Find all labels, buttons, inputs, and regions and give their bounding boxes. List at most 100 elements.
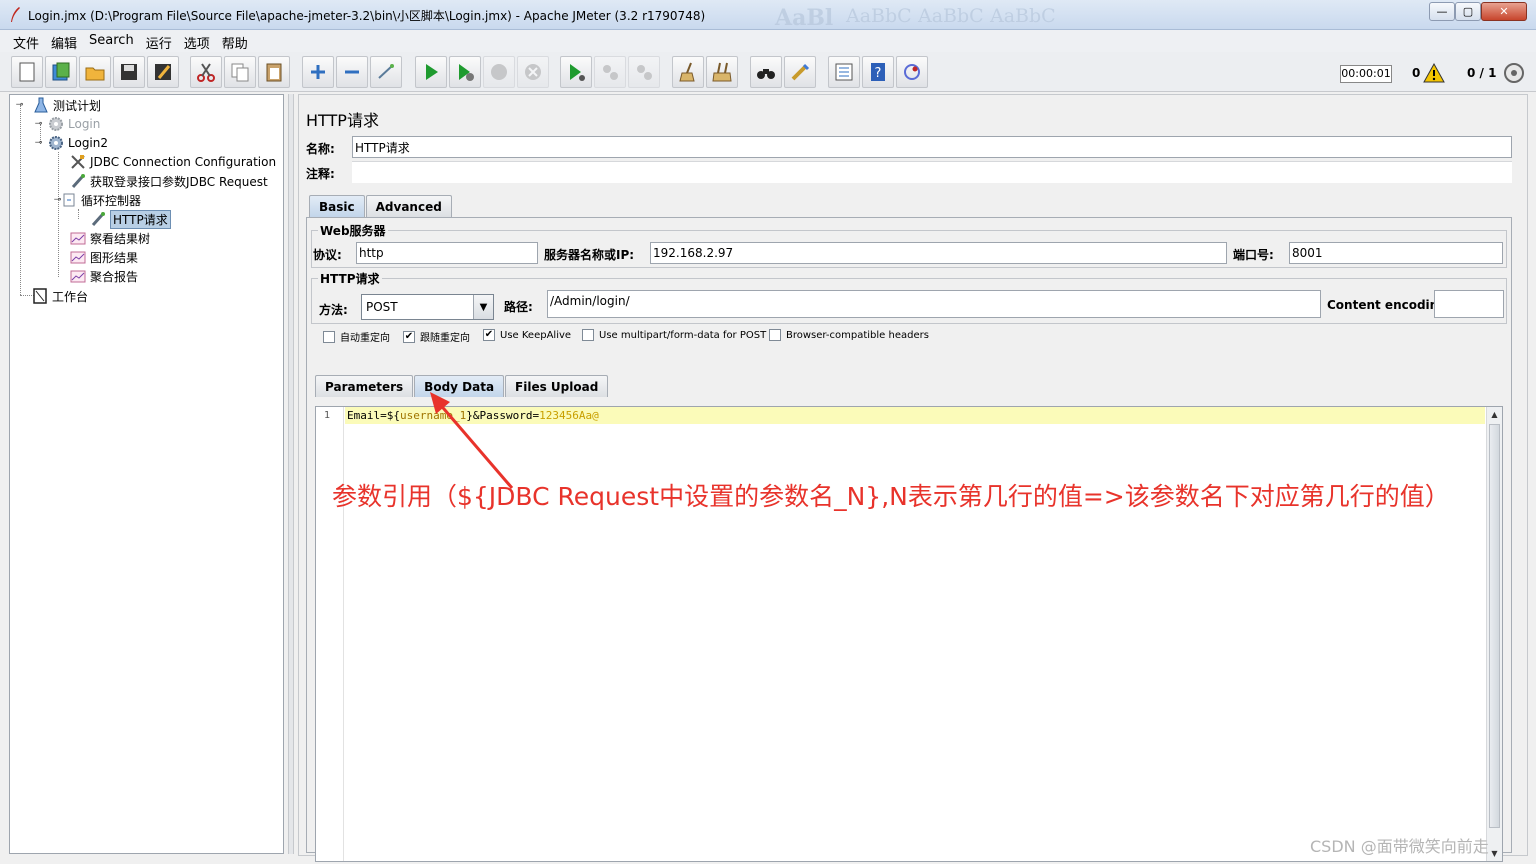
tree-node-view-results-tree[interactable]: 察看结果树	[70, 229, 150, 247]
server-label: 服务器名称或IP:	[544, 248, 635, 262]
comment-input[interactable]	[352, 161, 1512, 183]
close-button[interactable]: ✕	[1481, 2, 1527, 21]
tree-node-jdbc-request[interactable]: 获取登录接口参数JDBC Request	[70, 172, 268, 190]
keepalive-checkbox[interactable]: ✔ Use KeepAlive	[483, 329, 571, 341]
maximize-button[interactable]: ▢	[1455, 2, 1481, 21]
new-button[interactable]	[11, 56, 43, 88]
start-no-timers-button[interactable]	[449, 56, 481, 88]
shutdown-button[interactable]	[517, 56, 549, 88]
new-file-icon	[19, 62, 35, 82]
name-row: 名称:	[306, 136, 1512, 158]
method-label: 方法:	[319, 303, 348, 317]
scroll-down-arrow[interactable]: ▼	[1487, 846, 1502, 861]
menu-edit[interactable]: 编辑	[45, 30, 83, 52]
menu-help[interactable]: 帮助	[216, 30, 254, 52]
function-helper-button[interactable]	[828, 56, 860, 88]
scissors-icon	[197, 63, 215, 82]
clear-button[interactable]	[672, 56, 704, 88]
ghost-text: AaBbC	[990, 5, 1056, 27]
tree-expander[interactable]: ⊸	[34, 119, 43, 129]
remote-stop-button[interactable]	[594, 56, 626, 88]
auto-redirect-checkbox[interactable]: 自动重定向	[323, 329, 390, 344]
tree-node-login[interactable]: ⊸ Login	[34, 115, 100, 133]
start-button[interactable]	[415, 56, 447, 88]
tree-expander[interactable]: ⊸	[34, 138, 43, 148]
expand-all-button[interactable]	[302, 56, 334, 88]
path-input[interactable]: /Admin/login/	[547, 290, 1321, 318]
copy-button[interactable]	[224, 56, 256, 88]
workbench-icon	[32, 288, 48, 304]
help-button[interactable]: ?	[862, 56, 894, 88]
minimize-button[interactable]: —	[1429, 2, 1455, 21]
stop-icon	[491, 64, 507, 80]
tree-node-workbench[interactable]: 工作台	[32, 287, 88, 305]
menu-search[interactable]: Search	[83, 30, 140, 52]
scrollbar-thumb[interactable]	[1489, 424, 1500, 828]
remote-shutdown-button[interactable]	[628, 56, 660, 88]
paste-icon	[266, 63, 282, 82]
menu-run[interactable]: 运行	[140, 30, 178, 52]
jmeter-feather-icon	[11, 7, 20, 22]
path-label: 路径:	[504, 300, 533, 314]
editor-scrollbar[interactable]: ▲ ▼	[1486, 407, 1502, 861]
tree-node-login2[interactable]: ⊸ Login2	[34, 134, 108, 152]
browser-headers-checkbox[interactable]: Browser-compatible headers	[769, 329, 929, 341]
name-input[interactable]	[352, 136, 1512, 158]
tab-basic[interactable]: Basic	[309, 195, 365, 217]
reset-broom-icon	[791, 63, 810, 81]
tree-node-http-request[interactable]: HTTP请求	[90, 209, 171, 229]
basic-tab-content: Web服务器 协议: http 服务器名称或IP: 192.168.2.97 端…	[306, 217, 1512, 862]
tab-parameters[interactable]: Parameters	[315, 375, 414, 397]
comment-label: 注释:	[306, 167, 335, 181]
content-encoding-input[interactable]	[1434, 290, 1504, 318]
method-select[interactable]: POST ▼	[361, 294, 494, 320]
templates-icon	[52, 62, 70, 81]
collapse-all-button[interactable]	[336, 56, 368, 88]
tree-node-graph-results[interactable]: 图形结果	[70, 248, 138, 266]
menu-file[interactable]: 文件	[7, 30, 45, 52]
protocol-input[interactable]: http	[356, 242, 538, 264]
multipart-checkbox[interactable]: Use multipart/form-data for POST	[582, 329, 766, 341]
tab-advanced[interactable]: Advanced	[365, 195, 452, 217]
remote-play-icon	[570, 64, 585, 81]
tree-node-test-plan[interactable]: ⊸ 测试计划	[15, 96, 101, 114]
name-label: 名称:	[306, 142, 335, 156]
toggle-button[interactable]	[370, 56, 402, 88]
thread-group-gear-icon	[48, 116, 64, 132]
tree-expander[interactable]: ⊸	[53, 195, 62, 205]
minus-icon	[345, 70, 359, 74]
active-threads: 0 / 1	[1467, 66, 1497, 80]
clear-all-button[interactable]	[706, 56, 738, 88]
remote-start-button[interactable]	[560, 56, 592, 88]
templates-button[interactable]	[45, 56, 77, 88]
tree-node-loop-controller[interactable]: ⊸ 循环控制器	[53, 191, 141, 209]
panel-splitter[interactable]	[288, 94, 294, 854]
title-bar: Login.jmx (D:\Program File\Source File\a…	[0, 0, 1536, 31]
save-button[interactable]	[113, 56, 145, 88]
scroll-up-arrow[interactable]: ▲	[1487, 407, 1502, 422]
ghost-text: AaBl	[775, 5, 834, 31]
save-as-button[interactable]	[147, 56, 179, 88]
save-as-icon	[155, 64, 171, 80]
binoculars-icon	[757, 69, 775, 79]
reset-search-button[interactable]	[784, 56, 816, 88]
port-input[interactable]: 8001	[1289, 242, 1503, 264]
method-value: POST	[366, 300, 398, 314]
config-tabs: Basic Advanced	[309, 195, 453, 217]
tree-node-jdbc-config[interactable]: JDBC Connection Configuration	[70, 153, 276, 171]
follow-redirects-checkbox[interactable]: ✔ 跟随重定向	[403, 329, 470, 344]
listener-graph-icon	[70, 249, 86, 265]
tree-node-aggregate-report[interactable]: 聚合报告	[70, 267, 138, 285]
server-input[interactable]: 192.168.2.97	[650, 242, 1227, 264]
plugins-button[interactable]	[896, 56, 928, 88]
paste-button[interactable]	[258, 56, 290, 88]
menu-options[interactable]: 选项	[178, 30, 216, 52]
open-button[interactable]	[79, 56, 111, 88]
port-label: 端口号:	[1233, 248, 1274, 262]
warning-icon[interactable]	[1423, 62, 1445, 84]
cut-button[interactable]	[190, 56, 222, 88]
remote-shutdown-icon	[637, 65, 652, 80]
search-button[interactable]	[750, 56, 782, 88]
stop-button[interactable]	[483, 56, 515, 88]
tree-expander[interactable]: ⊸	[15, 100, 24, 110]
